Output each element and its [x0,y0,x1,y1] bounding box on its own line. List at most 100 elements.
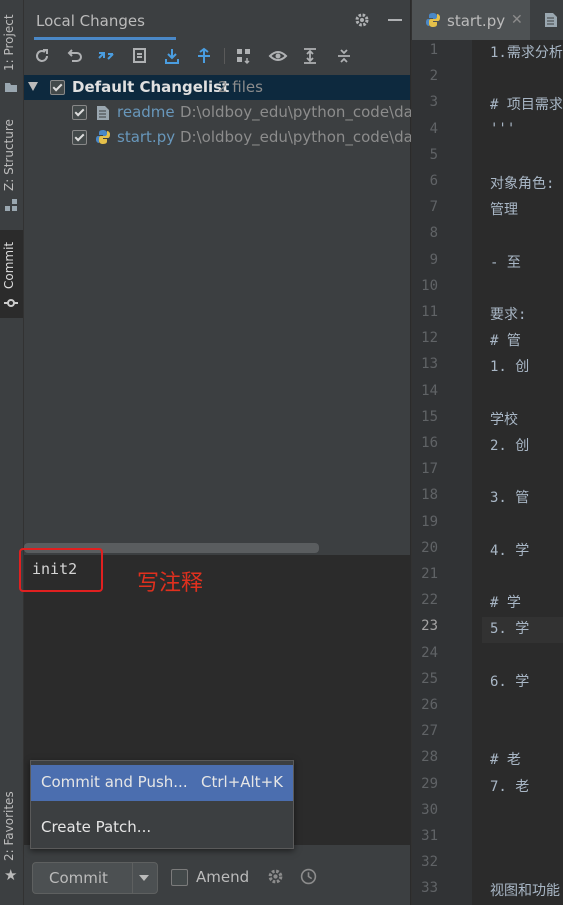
code-line[interactable]: 2. 创 [490,435,529,455]
toolbar-separator [224,48,225,64]
commit-button[interactable]: Commit [32,862,158,894]
line-number: 10 [421,277,438,294]
line-number: 29 [421,775,438,792]
line-number: 31 [421,828,438,844]
code-line[interactable]: # 项目需求 [490,94,563,114]
commit-settings-gear-icon[interactable] [267,868,284,885]
line-number: 2 [429,68,438,85]
changes-toolbar [24,40,410,72]
code-line[interactable]: 1. 创 [490,356,529,376]
menu-item-label: Commit and Push... [41,773,188,791]
code-line[interactable]: 5. 学 [490,618,529,638]
tab-local-changes[interactable]: Local Changes [36,12,145,30]
code-line[interactable]: 要求: [490,304,526,324]
python-file-icon [426,13,440,27]
refresh-icon[interactable] [32,46,52,66]
annotation-text: 写注释 [137,571,204,596]
changelist-checkbox[interactable] [50,80,65,95]
merge-icon[interactable] [194,46,214,66]
history-clock-icon[interactable] [300,868,317,885]
expand-all-icon[interactable] [300,46,320,66]
fold-gutter [472,40,482,905]
commit-button-label: Commit [49,869,108,887]
line-number: 15 [421,408,438,425]
menu-item-create-patch[interactable]: Create Patch... [31,805,293,843]
annotation-box [19,548,103,592]
line-number: 20 [421,539,438,556]
file-checkbox[interactable] [72,105,87,120]
line-number: 11 [421,304,438,320]
line-number: 18 [421,487,438,504]
commit-tool-button[interactable]: Commit [2,238,20,292]
code-line[interactable]: 对象角色: [490,173,554,193]
line-number: 1 [429,42,438,58]
line-number: 14 [421,382,438,399]
code-line[interactable]: 4. 学 [490,540,529,560]
code-line[interactable]: 视图和功能 [490,880,560,900]
file-name: readme [117,103,175,121]
favorites-tool-button[interactable]: 2: Favorites [2,790,20,862]
changes-tree: Default Changelist 2 files readme D:\old… [24,75,413,545]
minimize-icon[interactable] [388,19,402,21]
line-number: 27 [421,723,438,740]
line-number: 30 [421,801,438,818]
group-by-icon[interactable] [234,46,254,66]
code-line[interactable]: 1.需求分析 [490,42,563,62]
text-file-icon[interactable] [544,12,558,28]
line-number: 7 [429,199,438,216]
folder-icon [5,83,17,92]
code-line[interactable]: 管理 [490,199,518,219]
code-line[interactable]: 7. 老 [490,776,529,796]
file-path: D:\oldboy_edu\python_code\da [180,128,413,146]
file-row-readme[interactable]: readme D:\oldboy_edu\python_code\da [24,100,413,125]
code-line[interactable]: 3. 管 [490,487,529,507]
line-number: 22 [421,592,438,609]
line-number: 16 [421,435,438,451]
editor-tab-bar: start.py ✕ [412,0,563,40]
project-tool-button[interactable]: 1: Project [2,8,20,78]
code-line[interactable]: # 管 [490,330,521,350]
close-icon[interactable]: ✕ [511,12,523,28]
line-number: 12 [421,330,438,347]
line-number: 4 [429,120,438,137]
code-line[interactable]: 6. 学 [490,671,529,691]
structure-tool-button[interactable]: Z: Structure [2,118,20,193]
menu-item-label: Create Patch... [41,818,152,836]
commit-icon [4,299,18,307]
amend-checkbox[interactable] [171,869,188,886]
menu-item-shortcut: Ctrl+Alt+K [201,773,283,791]
code-line[interactable]: ''' [490,121,515,137]
line-number: 21 [421,566,438,582]
tab-label: start.py [447,12,506,30]
tool-window-strip: 1: Project Z: Structure Commit 2: Favori… [0,0,24,905]
changelist-name: Default Changelist [72,78,230,96]
line-number: 32 [421,854,438,871]
eye-icon[interactable] [268,46,288,66]
update-icon[interactable] [162,46,182,66]
code-line[interactable]: 学校 [490,409,518,429]
file-row-start-py[interactable]: start.py D:\oldboy_edu\python_code\da [24,125,413,150]
line-number: 8 [429,225,438,242]
line-number: 5 [429,146,438,163]
tab-start-py[interactable]: start.py ✕ [412,0,530,40]
diff-icon[interactable] [96,46,116,66]
expand-arrow-icon[interactable] [28,82,38,91]
panel-header: Local Changes [24,0,410,40]
collapse-all-icon[interactable] [334,46,354,66]
line-number: 9 [429,251,438,268]
code-line[interactable]: - 至 [490,252,521,272]
star-icon: ★ [4,866,18,884]
python-file-icon [96,130,110,144]
line-number: 28 [421,749,438,766]
line-number: 3 [429,94,438,111]
rollback-icon[interactable] [64,46,84,66]
chevron-down-icon[interactable] [139,875,149,881]
file-checkbox[interactable] [72,130,87,145]
line-number: 26 [421,697,438,713]
menu-item-commit-and-push[interactable]: Commit and Push... Ctrl+Alt+K [31,765,293,801]
shelve-icon[interactable] [130,46,150,66]
code-line[interactable]: # 老 [490,749,521,769]
code-line[interactable]: # 学 [490,592,521,612]
changelist-row[interactable]: Default Changelist 2 files [24,75,410,100]
gear-icon[interactable] [354,12,370,28]
